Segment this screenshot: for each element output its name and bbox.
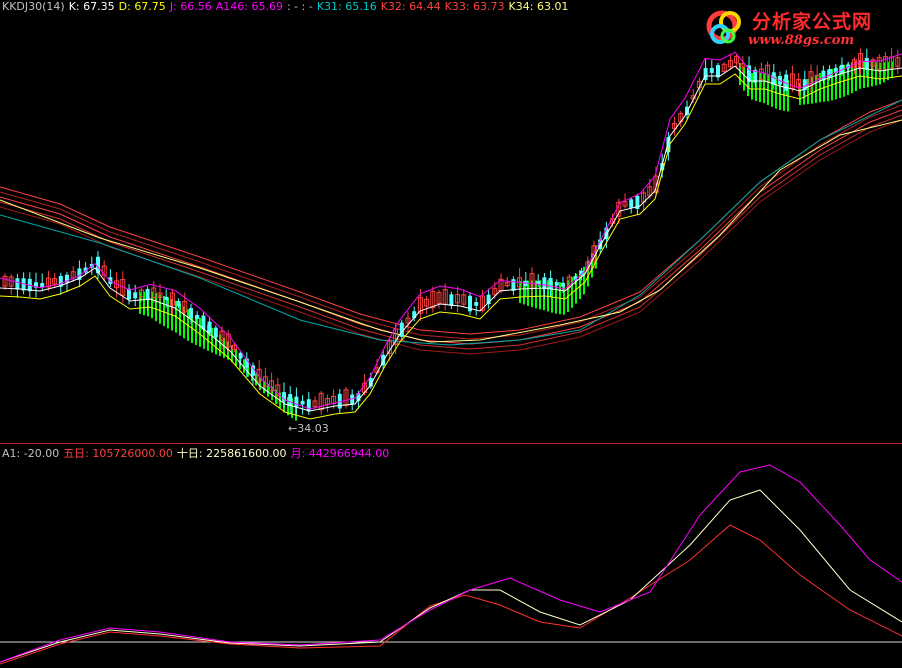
candle-body-down [306,399,311,412]
price-panel-header: KKDJ30(14) K: 67.35 D: 67.75 J: 66.56 A146: … [2,0,572,13]
price-legend-item-4: A146: 65.69 [215,0,283,13]
candle-body-down [716,65,720,78]
candle-body-down [449,294,454,306]
candle-body-down [294,396,299,407]
price-legend-item-1: K: 67.35 [68,0,115,13]
candle-body-down [195,314,200,319]
price-legend-item-7: K32: 64.44 [380,0,441,13]
candle-body-down [709,68,714,73]
candle-body-down [176,301,181,307]
candle-body-down [133,292,138,299]
logo-swirl-icon [706,10,741,44]
candle-body-down [542,277,547,290]
volume-legend-item-3: 月: 442966944.00 [290,447,390,460]
logo-url: www.88gs.com [748,33,855,48]
volume-legend-item-0: A1: -20.00 [2,447,60,460]
candle-body-down [300,400,305,405]
price-legend-item-9: K34: 63.01 [508,0,569,13]
candle-body-down [213,327,218,338]
candle-body-down [561,282,565,287]
candle-body-down [474,302,479,306]
chart-canvas: ←34.03 [0,0,902,668]
candle-body-down [629,199,634,208]
candle-body-down [145,288,150,301]
volume-panel-header: A1: -20.00 五日: 105726000.00 十日: 225861600.… [2,447,393,460]
price-legend-item-6: K31: 65.16 [316,0,377,13]
candle-body-down [189,308,193,319]
candle-body-down [548,278,553,290]
price-legend-item-0: KKDJ30(14) [2,0,65,13]
site-logo: 分析家公式网 www.88gs.com [702,6,894,52]
logo-name: 分析家公式网 [752,11,873,33]
price-legend-item-3: J: 66.56 [169,0,212,13]
candle-body-down [554,282,559,286]
volume-legend-item-2: 十日: 225861600.00 [176,447,287,460]
price-legend-item-8: K33: 63.73 [444,0,505,13]
candle-body-down [288,394,293,407]
price-legend-item-2: D: 67.75 [118,0,166,13]
candle-body-down [164,296,169,301]
low-price-annotation: ←34.03 [288,422,329,435]
candle-body-down [207,321,212,334]
candle-body-down [864,57,869,70]
price-legend-item-5: : - : - [286,0,313,13]
volume-legend-item-1: 五日: 105726000.00 [63,447,173,460]
candle-body-down [15,278,20,290]
chart-background [0,0,902,668]
